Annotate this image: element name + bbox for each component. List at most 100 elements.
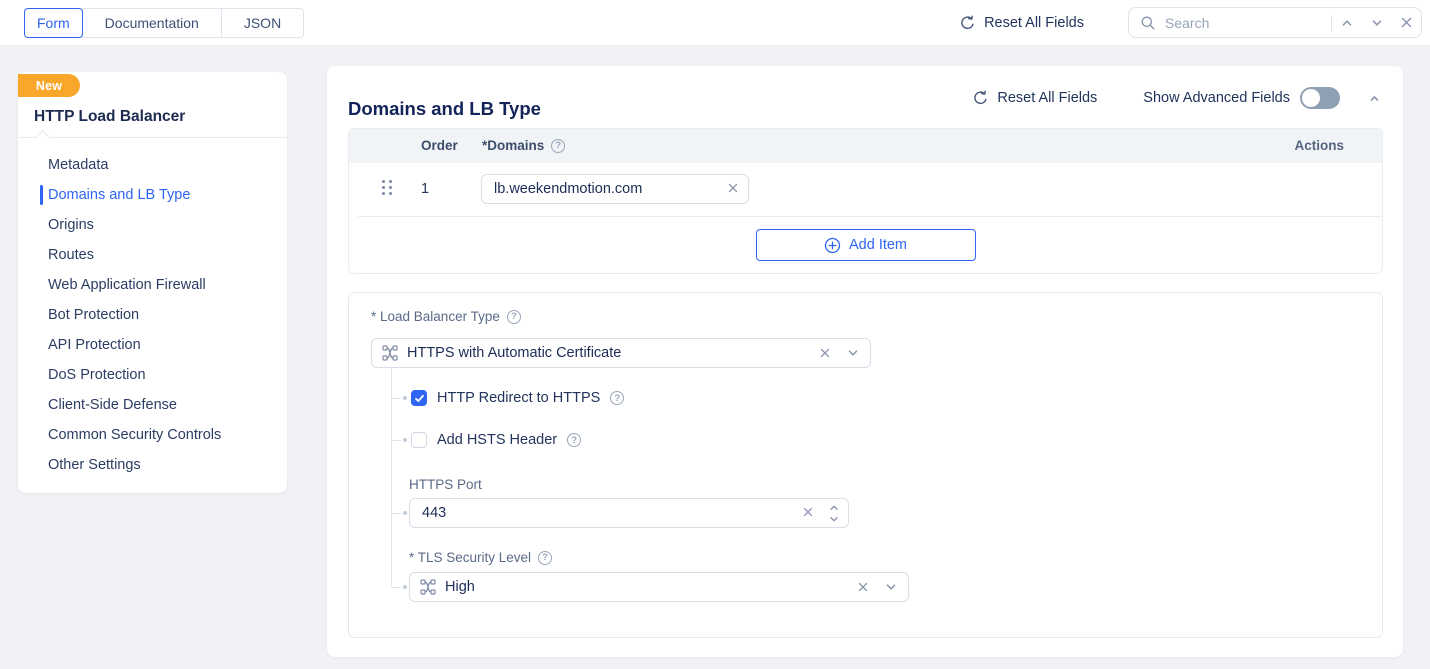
close-icon	[727, 182, 739, 194]
order-value: 1	[421, 181, 429, 197]
domains-column-header: *Domains ?	[482, 138, 565, 153]
chevron-down-icon	[828, 514, 840, 525]
reset-icon	[972, 90, 988, 106]
toggle-knob	[1302, 89, 1320, 107]
hsts-checkbox[interactable]	[411, 432, 427, 448]
chevron-down-icon[interactable]	[846, 346, 860, 360]
clear-lb-type-button[interactable]	[819, 347, 831, 359]
main-panel: Domains and LB Type Reset All Fields Sho…	[327, 66, 1403, 657]
lb-type-label-text: * Load Balancer Type	[371, 309, 500, 324]
sidebar-item-api-protection[interactable]: API Protection	[18, 330, 287, 360]
sidebar-item-bot-protection[interactable]: Bot Protection	[18, 300, 287, 330]
sidebar-item-domains-and-lb-type[interactable]: Domains and LB Type	[18, 180, 287, 210]
sidebar-item-origins[interactable]: Origins	[18, 210, 287, 240]
sidebar-item-common-security-controls[interactable]: Common Security Controls	[18, 420, 287, 450]
clear-port-button[interactable]	[802, 506, 814, 518]
info-icon[interactable]: ?	[551, 139, 565, 153]
domains-table: Order *Domains ? Actions 1	[348, 128, 1383, 274]
order-column-header: Order	[421, 138, 458, 153]
section-collapse-button[interactable]	[1366, 90, 1383, 107]
hsts-row: Add HSTS Header ?	[411, 430, 581, 450]
section-reset-button[interactable]: Reset All Fields	[966, 89, 1103, 107]
domains-header-label: *Domains	[482, 138, 544, 153]
lb-type-label: * Load Balancer Type ?	[371, 309, 521, 324]
advanced-fields-label: Show Advanced Fields	[1143, 90, 1290, 106]
topbar-right: Reset All Fields	[953, 7, 1422, 38]
tls-level-label-text: * TLS Security Level	[409, 550, 531, 565]
tree-line	[391, 368, 392, 587]
add-item-button[interactable]: Add Item	[756, 229, 976, 261]
sidebar-nav: MetadataDomains and LB TypeOriginsRoutes…	[18, 150, 287, 480]
oneof-icon	[420, 579, 436, 595]
clear-tls-button[interactable]	[857, 581, 869, 593]
tls-level-value: High	[445, 579, 857, 595]
info-icon[interactable]: ?	[610, 391, 624, 405]
lb-type-select[interactable]: HTTPS with Automatic Certificate	[371, 338, 871, 368]
new-badge: New	[18, 74, 80, 97]
chevron-down-icon[interactable]	[884, 580, 898, 594]
info-icon[interactable]: ?	[538, 551, 552, 565]
https-port-label-text: HTTPS Port	[409, 477, 482, 492]
chevron-up-icon	[828, 502, 840, 513]
tree-connector	[392, 440, 401, 441]
tab-form[interactable]: Form	[24, 8, 83, 38]
search-close-button[interactable]	[1392, 16, 1421, 29]
lb-type-card: * Load Balancer Type ? HTTPS with Automa…	[348, 292, 1383, 638]
https-port-label: HTTPS Port	[409, 477, 482, 492]
oneof-icon	[382, 345, 398, 361]
search-next-button[interactable]	[1362, 16, 1392, 30]
sidebar-item-routes[interactable]: Routes	[18, 240, 287, 270]
sidebar-item-other-settings[interactable]: Other Settings	[18, 450, 287, 480]
sidebar-divider	[18, 137, 287, 138]
sidebar-item-client-side-defense[interactable]: Client-Side Defense	[18, 390, 287, 420]
table-row: 1	[349, 163, 1382, 216]
info-icon[interactable]: ?	[507, 310, 521, 324]
sidebar-divider-notch	[36, 130, 49, 143]
sidebar-item-web-application-firewall[interactable]: Web Application Firewall	[18, 270, 287, 300]
actions-column-header: Actions	[1294, 138, 1344, 153]
chevron-up-icon	[1340, 16, 1354, 30]
https-port-input[interactable]	[410, 499, 848, 527]
domain-input[interactable]	[482, 175, 748, 203]
close-icon	[1400, 16, 1413, 29]
info-icon[interactable]: ?	[567, 433, 581, 447]
section-title: Domains and LB Type	[348, 98, 541, 120]
sidebar-item-dos-protection[interactable]: DoS Protection	[18, 360, 287, 390]
hsts-label: Add HSTS Header	[437, 432, 557, 448]
chevron-up-icon	[1368, 92, 1381, 105]
sidebar-item-metadata[interactable]: Metadata	[18, 150, 287, 180]
clear-domain-button[interactable]	[727, 182, 739, 194]
topbar-tabs: FormDocumentationJSON	[24, 8, 304, 38]
tls-level-label: * TLS Security Level ?	[409, 550, 552, 565]
drag-handle-icon[interactable]	[382, 180, 392, 195]
close-icon	[819, 347, 831, 359]
table-footer: Add Item	[349, 217, 1382, 273]
tls-level-select[interactable]: High	[409, 572, 909, 602]
domain-input-wrap	[481, 174, 749, 204]
https-port-input-wrap	[409, 498, 849, 528]
lb-type-value: HTTPS with Automatic Certificate	[407, 345, 819, 361]
http-redirect-checkbox[interactable]	[411, 390, 427, 406]
section-controls: Reset All Fields Show Advanced Fields	[966, 87, 1383, 109]
search-prev-button[interactable]	[1332, 16, 1362, 30]
http-redirect-row: HTTP Redirect to HTTPS ?	[411, 388, 624, 408]
tree-connector	[392, 587, 401, 588]
check-icon	[414, 393, 425, 404]
tree-connector	[392, 398, 401, 399]
http-redirect-label: HTTP Redirect to HTTPS	[437, 390, 600, 406]
plus-circle-icon	[824, 237, 841, 254]
reset-icon	[959, 15, 975, 31]
advanced-fields-toggle[interactable]	[1300, 87, 1340, 109]
reset-all-fields-button[interactable]: Reset All Fields	[953, 14, 1090, 32]
domains-table-header: Order *Domains ? Actions	[349, 129, 1382, 163]
tree-connector	[392, 513, 401, 514]
number-stepper[interactable]	[828, 502, 840, 525]
close-icon	[802, 506, 814, 518]
tab-json[interactable]: JSON	[221, 8, 304, 38]
tab-documentation[interactable]: Documentation	[82, 8, 222, 38]
sidebar-title: HTTP Load Balancer	[34, 108, 185, 126]
search-box	[1128, 7, 1422, 38]
search-input[interactable]	[1163, 14, 1331, 32]
chevron-down-icon	[1370, 16, 1384, 30]
section-reset-label: Reset All Fields	[997, 90, 1097, 106]
